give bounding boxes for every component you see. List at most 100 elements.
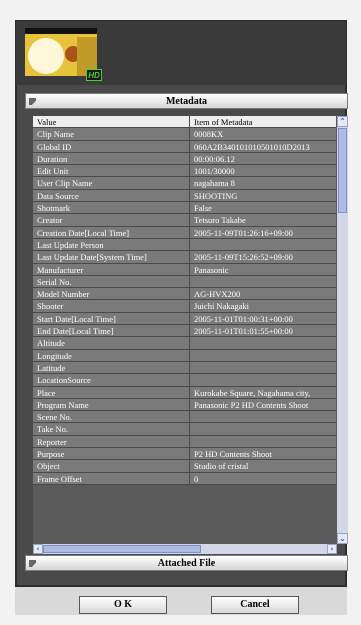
column-header-value[interactable]: Value: [33, 116, 190, 128]
table-row[interactable]: Manufacturer Panasonic: [33, 263, 336, 276]
table-row[interactable]: Data Source SHOOTING: [33, 189, 336, 203]
table-row[interactable]: Altitude: [33, 337, 336, 350]
metadata-item-name: Duration: [33, 152, 190, 165]
table-row[interactable]: LocationSource: [33, 374, 336, 387]
table-row[interactable]: Frame Offset 0: [33, 472, 336, 485]
pin-icon: [29, 560, 36, 567]
vertical-scroll-thumb[interactable]: [338, 128, 347, 213]
table-row[interactable]: Model Number AG-HVX200: [33, 288, 336, 301]
table-row[interactable]: Purpose P2 HD Contents Shoot: [33, 448, 336, 461]
table-row[interactable]: Place Kurokabe Square, Nagahama city,: [33, 386, 336, 399]
column-header-item[interactable]: Item of Metadata: [190, 116, 336, 128]
metadata-item-value[interactable]: 060A2B340101010501010D2013: [190, 140, 336, 152]
table-row[interactable]: Shooter Juichi Nakagaki: [33, 300, 336, 313]
metadata-item-value[interactable]: [190, 435, 336, 448]
metadata-item-value[interactable]: Studio of cristal: [190, 460, 336, 472]
metadata-item-value[interactable]: 1001/30000: [190, 165, 336, 177]
metadata-item-name: Altitude: [33, 337, 190, 349]
metadata-item-value[interactable]: 2005-11-09T01:26:16+09:00: [190, 226, 336, 238]
metadata-item-name: Last Update Date[System Time]: [33, 251, 190, 263]
attached-file-header-label: Attached File: [157, 558, 216, 569]
metadata-item-value[interactable]: Tetsuro Takabe: [190, 214, 336, 226]
metadata-item-value[interactable]: 00:00:06.12: [190, 152, 336, 165]
table-row[interactable]: Serial No.: [33, 275, 336, 289]
table-row[interactable]: Creator Tetsuro Takabe: [33, 214, 336, 227]
metadata-item-value[interactable]: False: [190, 202, 336, 214]
table-row[interactable]: Longitude: [33, 349, 336, 362]
metadata-item-name: Model Number: [33, 288, 190, 300]
metadata-item-name: Clip Name: [33, 128, 190, 140]
metadata-item-name: Start Date[Local Time]: [33, 312, 190, 325]
vertical-scrollbar[interactable]: ⌃ ⌄: [337, 116, 348, 544]
metadata-item-value[interactable]: [190, 411, 336, 423]
table-row[interactable]: Creation Date[Local Time] 2005-11-09T01:2…: [33, 226, 336, 239]
attached-file-section-header[interactable]: Attached File: [25, 555, 348, 571]
table-row[interactable]: Duration 00:00:06.12: [33, 152, 336, 166]
table-row[interactable]: Last Update Person: [33, 238, 336, 252]
table-row[interactable]: Clip Name 0008KX: [33, 128, 336, 141]
metadata-item-name: Creator: [33, 214, 190, 226]
metadata-item-name: Object: [33, 460, 190, 472]
metadata-item-value[interactable]: [190, 374, 336, 386]
scroll-up-arrow-icon[interactable]: ⌃: [337, 116, 348, 127]
metadata-item-name: Manufacturer: [33, 263, 190, 275]
metadata-item-value[interactable]: [190, 349, 336, 361]
horizontal-scrollbar[interactable]: ‹ ›: [33, 544, 337, 554]
metadata-item-value[interactable]: Kurokabe Square, Nagahama city,: [190, 386, 336, 398]
metadata-item-value[interactable]: Panasonic: [190, 263, 336, 275]
table-row[interactable]: Scene No.: [33, 411, 336, 424]
metadata-item-name: Purpose: [33, 448, 190, 460]
metadata-item-value[interactable]: nagahama 8: [190, 177, 336, 189]
metadata-item-name: Frame Offset: [33, 472, 190, 484]
metadata-item-value[interactable]: 0008KX: [190, 128, 336, 140]
table-row[interactable]: Global ID 060A2B340101010501010D2013: [33, 140, 336, 153]
table-row[interactable]: Shotmark False: [33, 202, 336, 215]
metadata-header-label: Metadata: [165, 96, 208, 107]
metadata-item-value[interactable]: P2 HD Contents Shoot: [190, 448, 336, 460]
metadata-item-name: End Date[Local Time]: [33, 325, 190, 337]
metadata-item-value[interactable]: 2005-11-01T01:00:31+00:00: [190, 312, 336, 325]
scroll-left-arrow-icon[interactable]: ‹: [33, 544, 43, 554]
metadata-item-value[interactable]: 2005-11-01T01:01:55+00:00: [190, 325, 336, 337]
table-row[interactable]: Program Name Panasonic P2 HD Contents Sho…: [33, 398, 336, 412]
table-row[interactable]: Reporter: [33, 435, 336, 449]
table-row[interactable]: Object Studio of cristal: [33, 460, 336, 473]
table-row[interactable]: Last Update Date[System Time] 2005-11-09T…: [33, 251, 336, 264]
metadata-item-name: Scene No.: [33, 411, 190, 423]
metadata-item-name: User Clip Name: [33, 177, 190, 189]
metadata-item-value[interactable]: [190, 238, 336, 251]
metadata-item-name: Creation Date[Local Time]: [33, 226, 190, 238]
metadata-item-value[interactable]: [190, 423, 336, 435]
metadata-item-name: Shotmark: [33, 202, 190, 214]
table-row[interactable]: Take No.: [33, 423, 336, 436]
table-row[interactable]: Start Date[Local Time] 2005-11-01T01:00:3…: [33, 312, 336, 326]
table-row[interactable]: Edit Unit 1001/30000: [33, 165, 336, 178]
metadata-item-value[interactable]: 2005-11-09T15:26:52+09:00: [190, 251, 336, 263]
metadata-item-name: LocationSource: [33, 374, 190, 386]
metadata-grid: Value Item of Metadata Clip Name 0008KX Gl…: [33, 116, 336, 485]
table-row[interactable]: Latitude: [33, 361, 336, 375]
table-row[interactable]: User Clip Name nagahama 8: [33, 177, 336, 190]
table-row[interactable]: End Date[Local Time] 2005-11-01T01:01:55+…: [33, 325, 336, 338]
metadata-item-name: Latitude: [33, 361, 190, 374]
metadata-item-value[interactable]: Panasonic P2 HD Contents Shoot: [190, 398, 336, 411]
pin-icon: [29, 98, 36, 105]
metadata-item-name: Global ID: [33, 140, 190, 152]
metadata-item-value[interactable]: AG-HVX200: [190, 288, 336, 300]
scroll-right-arrow-icon[interactable]: ›: [327, 544, 337, 554]
hd-badge: HD: [86, 69, 102, 81]
metadata-item-value[interactable]: Juichi Nakagaki: [190, 300, 336, 312]
cancel-button[interactable]: Cancel: [211, 596, 299, 614]
scroll-down-arrow-icon[interactable]: ⌄: [337, 533, 348, 544]
ok-button[interactable]: O K: [79, 596, 167, 614]
metadata-item-value[interactable]: [190, 361, 336, 374]
metadata-item-name: Take No.: [33, 423, 190, 435]
metadata-section-header[interactable]: Metadata: [25, 93, 348, 109]
horizontal-scroll-thumb[interactable]: [43, 545, 201, 553]
metadata-item-value[interactable]: SHOOTING: [190, 189, 336, 202]
metadata-item-value[interactable]: 0: [190, 472, 336, 484]
metadata-item-name: Data Source: [33, 189, 190, 202]
metadata-item-value[interactable]: [190, 275, 336, 288]
metadata-item-value[interactable]: [190, 337, 336, 349]
metadata-item-name: Program Name: [33, 398, 190, 411]
